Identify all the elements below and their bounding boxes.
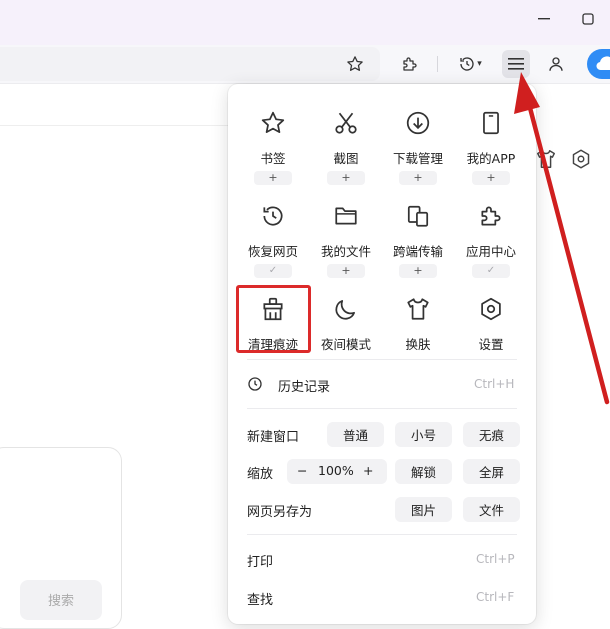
annotation-arrow — [514, 72, 610, 405]
